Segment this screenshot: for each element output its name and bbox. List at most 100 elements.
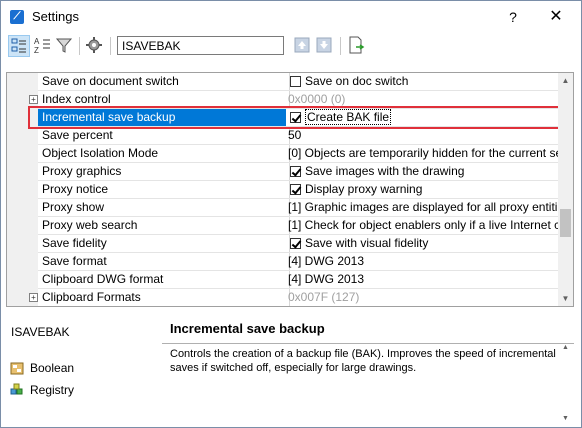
property-name[interactable]: Proxy notice bbox=[38, 181, 290, 199]
arrow-down-icon bbox=[316, 37, 332, 53]
property-row[interactable]: Clipboard DWG format [4] DWG 2013 bbox=[7, 271, 561, 289]
row-gutter bbox=[7, 109, 38, 127]
next-result-button[interactable] bbox=[314, 35, 336, 57]
settings-button[interactable] bbox=[84, 35, 106, 57]
description-title: Incremental save backup bbox=[170, 321, 325, 336]
variable-name: ISAVEBAK bbox=[11, 325, 70, 339]
sort-alphabetical-icon: A Z bbox=[34, 37, 50, 55]
property-value[interactable]: Save images with the drawing bbox=[286, 163, 561, 181]
scroll-thumb[interactable] bbox=[560, 209, 571, 237]
property-value-text: [4] DWG 2013 bbox=[288, 254, 365, 268]
property-name[interactable]: Save percent bbox=[38, 127, 290, 145]
property-row[interactable]: Save percent 50 bbox=[7, 127, 561, 145]
gear-icon bbox=[86, 37, 102, 53]
property-row[interactable]: Proxy graphics Save images with the drawi… bbox=[7, 163, 561, 181]
checkbox-checked[interactable] bbox=[290, 112, 301, 123]
checkbox-unchecked[interactable] bbox=[290, 76, 301, 87]
property-name[interactable]: Index control bbox=[38, 91, 290, 109]
scroll-up-arrow-icon[interactable]: ▲ bbox=[558, 73, 573, 88]
checkbox-checked[interactable] bbox=[290, 184, 301, 195]
property-row[interactable]: Object Isolation Mode [0] Objects are tem… bbox=[7, 145, 561, 163]
close-button[interactable]: ✕ bbox=[541, 5, 571, 29]
property-grid: Save on document switch Save on doc switc… bbox=[6, 72, 574, 307]
app-logo-icon: ⟋ bbox=[10, 10, 24, 24]
type-boolean: Boolean bbox=[10, 360, 74, 376]
property-value[interactable]: Display proxy warning bbox=[286, 181, 561, 199]
type-registry: Registry bbox=[10, 382, 74, 398]
property-value[interactable]: 0x0000 (0) bbox=[286, 91, 561, 109]
export-button[interactable] bbox=[346, 35, 368, 57]
categorized-icon bbox=[11, 38, 26, 53]
property-value[interactable]: [4] DWG 2013 bbox=[286, 253, 561, 271]
title-bar: ⟋ Settings ? ✕ bbox=[1, 1, 581, 33]
property-row[interactable]: Save fidelity Save with visual fidelity bbox=[7, 235, 561, 253]
property-name[interactable]: Proxy show bbox=[38, 199, 290, 217]
property-name[interactable]: Save fidelity bbox=[38, 235, 290, 253]
property-name[interactable]: Clipboard Formats bbox=[38, 289, 290, 306]
property-value[interactable]: [0] Objects are temporarily hidden for t… bbox=[286, 145, 561, 163]
row-gutter: + bbox=[7, 91, 38, 109]
scroll-down-arrow-icon[interactable]: ▼ bbox=[558, 291, 573, 306]
property-name[interactable]: Proxy graphics bbox=[38, 163, 290, 181]
row-gutter bbox=[7, 253, 38, 271]
property-row[interactable]: Save format [4] DWG 2013 bbox=[7, 253, 561, 271]
property-value[interactable]: Create BAK file bbox=[286, 109, 561, 127]
property-name[interactable]: Incremental save backup bbox=[38, 109, 290, 127]
property-value-text: Save with visual fidelity bbox=[305, 236, 429, 250]
property-row[interactable]: Proxy notice Display proxy warning bbox=[7, 181, 561, 199]
property-name[interactable]: Proxy web search bbox=[38, 217, 290, 235]
checkbox-checked[interactable] bbox=[290, 238, 301, 249]
property-value[interactable]: Save with visual fidelity bbox=[286, 235, 561, 253]
filter-icon bbox=[55, 38, 73, 53]
arrow-up-icon bbox=[294, 37, 310, 53]
property-value-text: Create BAK file bbox=[305, 109, 392, 125]
property-value-text: 50 bbox=[288, 128, 302, 142]
row-gutter bbox=[7, 73, 38, 91]
search-input[interactable] bbox=[117, 36, 284, 55]
description-scrollbar[interactable]: ▲ ▼ bbox=[562, 344, 574, 422]
row-gutter bbox=[7, 127, 38, 145]
property-value-text: [1] Check for object enablers only if a … bbox=[288, 218, 561, 232]
categorized-view-button[interactable] bbox=[8, 35, 30, 57]
property-value[interactable]: [4] DWG 2013 bbox=[286, 271, 561, 289]
property-name[interactable]: Clipboard DWG format bbox=[38, 271, 290, 289]
desc-scroll-up-icon[interactable]: ▲ bbox=[562, 344, 569, 351]
registry-icon bbox=[10, 383, 23, 395]
help-button[interactable]: ? bbox=[501, 5, 525, 29]
property-row[interactable]: + Index control 0x0000 (0) bbox=[7, 91, 561, 109]
property-row[interactable]: Save on document switch Save on doc switc… bbox=[7, 73, 561, 91]
row-gutter: + bbox=[7, 289, 38, 306]
property-value[interactable]: [1] Check for object enablers only if a … bbox=[286, 217, 561, 235]
property-row[interactable]: Proxy show [1] Graphic images are display… bbox=[7, 199, 561, 217]
property-value[interactable]: 50 bbox=[286, 127, 561, 145]
property-value-text: [1] Graphic images are displayed for all… bbox=[288, 200, 561, 214]
property-row[interactable]: Incremental save backup Create BAK file bbox=[7, 109, 561, 127]
property-name[interactable]: Save format bbox=[38, 253, 290, 271]
row-gutter bbox=[7, 235, 38, 253]
property-row[interactable]: Proxy web search [1] Check for object ena… bbox=[7, 217, 561, 235]
svg-text:Z: Z bbox=[34, 46, 39, 55]
desc-scroll-down-icon[interactable]: ▼ bbox=[562, 415, 569, 422]
row-gutter bbox=[7, 163, 38, 181]
grid-scrollbar[interactable]: ▲ ▼ bbox=[558, 73, 573, 306]
property-value[interactable]: Save on doc switch bbox=[286, 73, 561, 91]
property-value-text: [4] DWG 2013 bbox=[288, 272, 365, 286]
property-value[interactable]: 0x007F (127) bbox=[286, 289, 561, 306]
property-row[interactable]: + Clipboard Formats 0x007F (127) bbox=[7, 289, 561, 306]
checkbox-checked[interactable] bbox=[290, 166, 301, 177]
property-value-text: Display proxy warning bbox=[305, 182, 423, 196]
row-gutter bbox=[7, 271, 38, 289]
alphabetical-view-button[interactable]: A Z bbox=[32, 35, 54, 57]
expand-plus-icon[interactable]: + bbox=[29, 293, 38, 302]
row-gutter bbox=[7, 199, 38, 217]
property-name[interactable]: Object Isolation Mode bbox=[38, 145, 290, 163]
property-value[interactable]: [1] Graphic images are displayed for all… bbox=[286, 199, 561, 217]
description-divider bbox=[162, 343, 574, 344]
row-gutter bbox=[7, 181, 38, 199]
filter-button[interactable] bbox=[54, 35, 76, 57]
previous-result-button[interactable] bbox=[292, 35, 314, 57]
property-name[interactable]: Save on document switch bbox=[38, 73, 290, 91]
expand-plus-icon[interactable]: + bbox=[29, 95, 38, 104]
window-title: Settings bbox=[32, 9, 79, 24]
property-value-text: 0x007F (127) bbox=[288, 290, 360, 304]
